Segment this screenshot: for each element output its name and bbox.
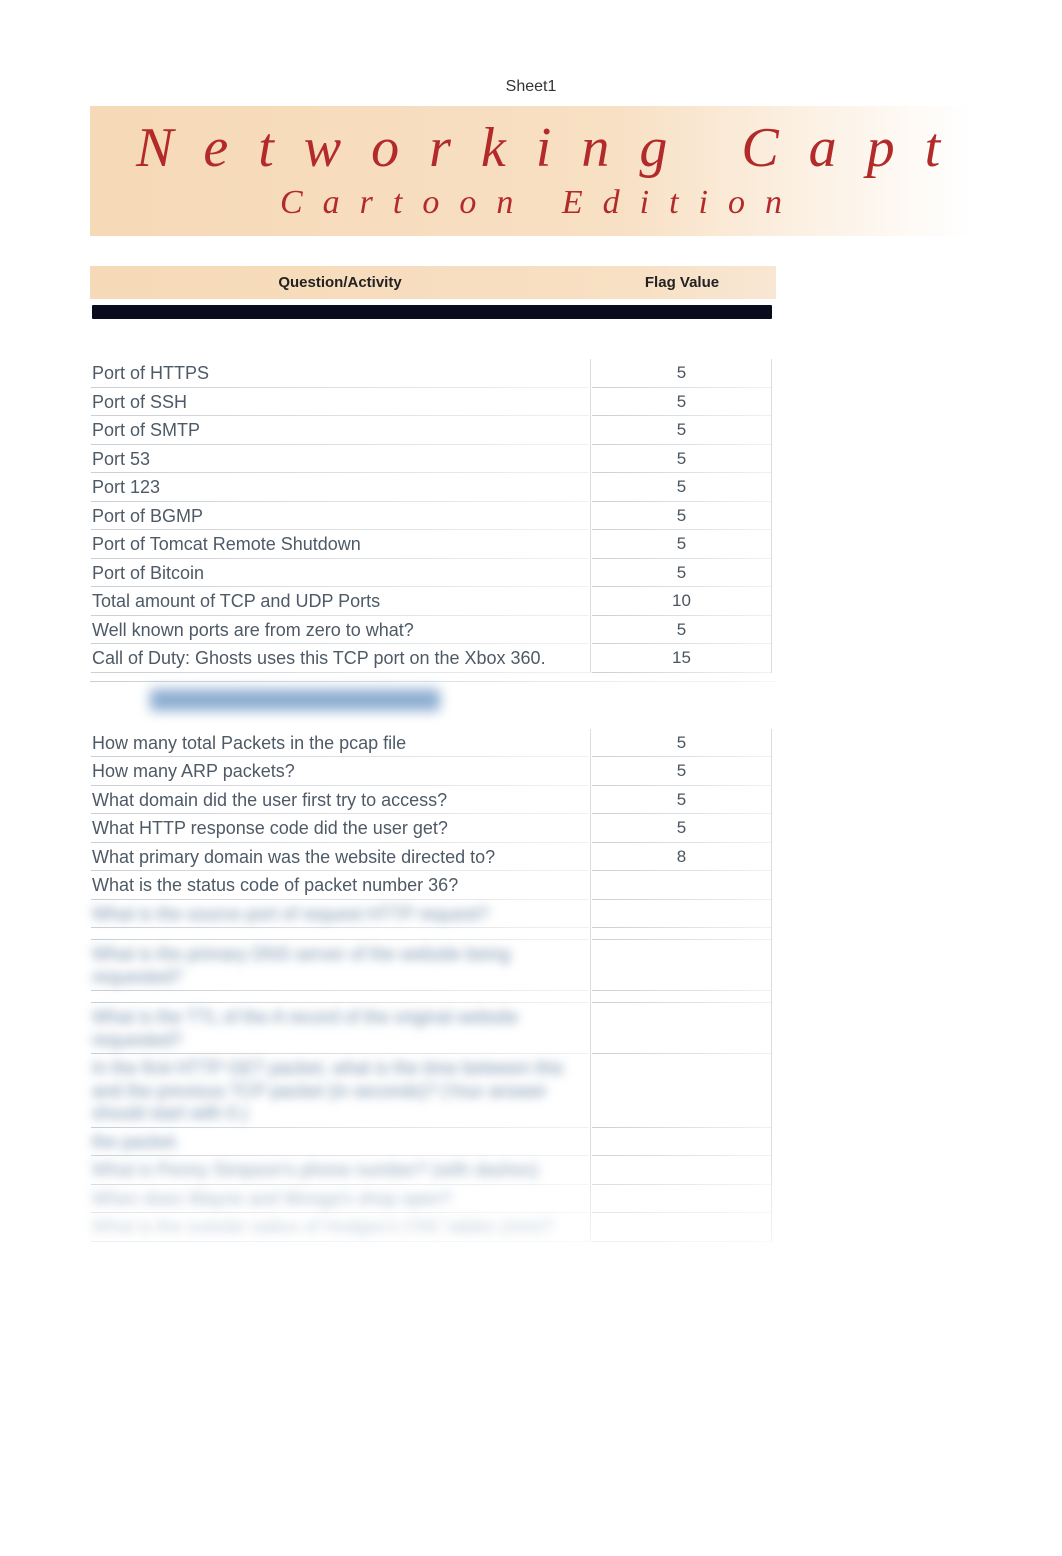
value-cell: [590, 871, 772, 900]
value-cell: 5: [590, 502, 772, 531]
banner-subtitle: Cartoon Edition: [280, 184, 802, 222]
value-cell: 5: [590, 729, 772, 758]
value-cell: 5: [590, 530, 772, 559]
blurred-cell: [590, 940, 772, 991]
value-cell: 5: [590, 616, 772, 645]
header-question: Question/Activity: [90, 274, 590, 291]
table-row: Port 123 5: [90, 473, 776, 502]
question-cell: What domain did the user first try to ac…: [90, 786, 590, 815]
question-cell: How many ARP packets?: [90, 757, 590, 786]
table-row: What is the status code of packet number…: [90, 871, 776, 900]
blurred-row: In the first HTTP GET packet, what is th…: [90, 1054, 776, 1128]
section-2-header: [90, 681, 776, 719]
table-row: How many total Packets in the pcap file …: [90, 729, 776, 758]
table-row: Well known ports are from zero to what? …: [90, 616, 776, 645]
question-cell: What primary domain was the website dire…: [90, 843, 590, 872]
question-cell: Total amount of TCP and UDP Ports: [90, 587, 590, 616]
table-row: What HTTP response code did the user get…: [90, 814, 776, 843]
blurred-row: [90, 928, 776, 940]
question-cell: Port of BGMP: [90, 502, 590, 531]
value-cell: 5: [590, 416, 772, 445]
value-cell: 15: [590, 644, 772, 673]
question-cell: What HTTP response code did the user get…: [90, 814, 590, 843]
value-cell: 5: [590, 814, 772, 843]
value-cell: 5: [590, 786, 772, 815]
blurred-row: What is the TTL of the A record of the o…: [90, 1003, 776, 1054]
table-row: Port of SSH 5: [90, 388, 776, 417]
blurred-cell: [590, 1156, 772, 1185]
blurred-cell: the packet.: [90, 1128, 590, 1157]
value-cell: 5: [590, 559, 772, 588]
banner-title: Networking Capture: [136, 116, 972, 180]
question-cell: Port 123: [90, 473, 590, 502]
blurred-cell: [590, 1213, 772, 1242]
table-row: Port of Tomcat Remote Shutdown 5: [90, 530, 776, 559]
question-cell: Port of HTTPS: [90, 359, 590, 388]
blurred-cell: [590, 900, 772, 929]
blurred-row: the packet.: [90, 1128, 776, 1157]
table-row: Port of Bitcoin 5: [90, 559, 776, 588]
question-cell: Port of SMTP: [90, 416, 590, 445]
blurred-cell: What is the source port of request HTTP …: [90, 900, 590, 929]
blurred-row: What is Penny Simpson's phone number? (w…: [90, 1156, 776, 1185]
blurred-cell: [590, 1003, 772, 1054]
value-cell: 5: [590, 388, 772, 417]
table-row: Total amount of TCP and UDP Ports 10: [90, 587, 776, 616]
blurred-row: What is the primary DNS server of the we…: [90, 940, 776, 991]
section-1-table: Port of HTTPS 5 Port of SSH 5 Port of SM…: [90, 359, 776, 673]
blurred-row: What is the outside radius of Hodges's C…: [90, 1213, 776, 1242]
value-cell: 5: [590, 445, 772, 474]
value-cell: 8: [590, 843, 772, 872]
divider-bar: [92, 305, 772, 319]
blurred-row: What is the source port of request HTTP …: [90, 900, 776, 929]
blurred-cell: [590, 1185, 772, 1214]
question-cell: Port of Bitcoin: [90, 559, 590, 588]
question-cell: Port 53: [90, 445, 590, 474]
blurred-cell: What is the outside radius of Hodges's C…: [90, 1213, 590, 1242]
blurred-row: When does Wayne and Wonga's shop open?: [90, 1185, 776, 1214]
question-cell: Call of Duty: Ghosts uses this TCP port …: [90, 644, 590, 673]
header-flag-value: Flag Value: [590, 274, 774, 291]
question-cell: Port of SSH: [90, 388, 590, 417]
title-banner: Networking Capture Cartoon Edition: [90, 106, 972, 236]
blurred-cell: What is the TTL of the A record of the o…: [90, 1003, 590, 1054]
table-row: Call of Duty: Ghosts uses this TCP port …: [90, 644, 776, 673]
table-row: What domain did the user first try to ac…: [90, 786, 776, 815]
blurred-cell: What is Penny Simpson's phone number? (w…: [90, 1156, 590, 1185]
blurred-section-title: [150, 689, 440, 711]
blurred-cell: In the first HTTP GET packet, what is th…: [90, 1054, 590, 1128]
question-cell: What is the status code of packet number…: [90, 871, 590, 900]
section-2-table: How many total Packets in the pcap file …: [90, 729, 776, 1242]
table-row: Port of BGMP 5: [90, 502, 776, 531]
blurred-cell: [590, 1128, 772, 1157]
sheet-label: Sheet1: [0, 0, 1062, 106]
question-cell: How many total Packets in the pcap file: [90, 729, 590, 758]
blurred-row: [90, 991, 776, 1003]
blurred-cell: When does Wayne and Wonga's shop open?: [90, 1185, 590, 1214]
blurred-cell: What is the primary DNS server of the we…: [90, 940, 590, 991]
value-cell: 10: [590, 587, 772, 616]
blurred-cell: [590, 1054, 772, 1128]
table-row: Port of SMTP 5: [90, 416, 776, 445]
table-row: Port of HTTPS 5: [90, 359, 776, 388]
table-row: How many ARP packets? 5: [90, 757, 776, 786]
question-cell: Well known ports are from zero to what?: [90, 616, 590, 645]
question-cell: Port of Tomcat Remote Shutdown: [90, 530, 590, 559]
table-row: Port 53 5: [90, 445, 776, 474]
value-cell: 5: [590, 359, 772, 388]
value-cell: 5: [590, 473, 772, 502]
table-row: What primary domain was the website dire…: [90, 843, 776, 872]
value-cell: 5: [590, 757, 772, 786]
column-header-row: Question/Activity Flag Value: [90, 266, 776, 299]
